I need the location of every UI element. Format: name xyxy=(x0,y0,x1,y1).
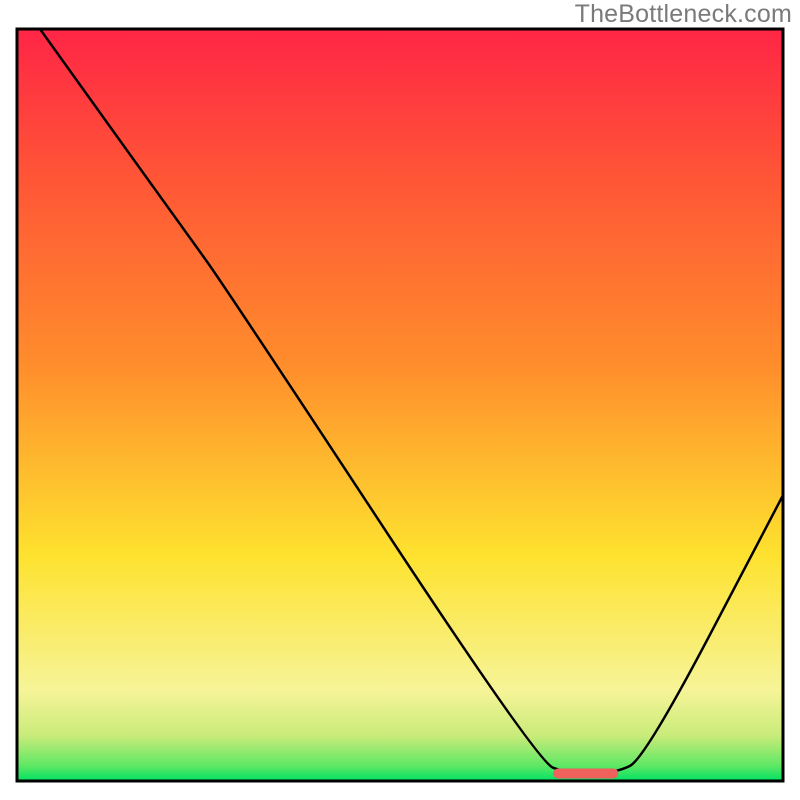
bottleneck-chart xyxy=(0,26,800,798)
gradient-background xyxy=(17,29,783,781)
watermark-text: TheBottleneck.com xyxy=(575,0,792,29)
optimal-marker xyxy=(553,768,618,778)
chart-wrapper: TheBottleneck.com xyxy=(0,0,800,800)
